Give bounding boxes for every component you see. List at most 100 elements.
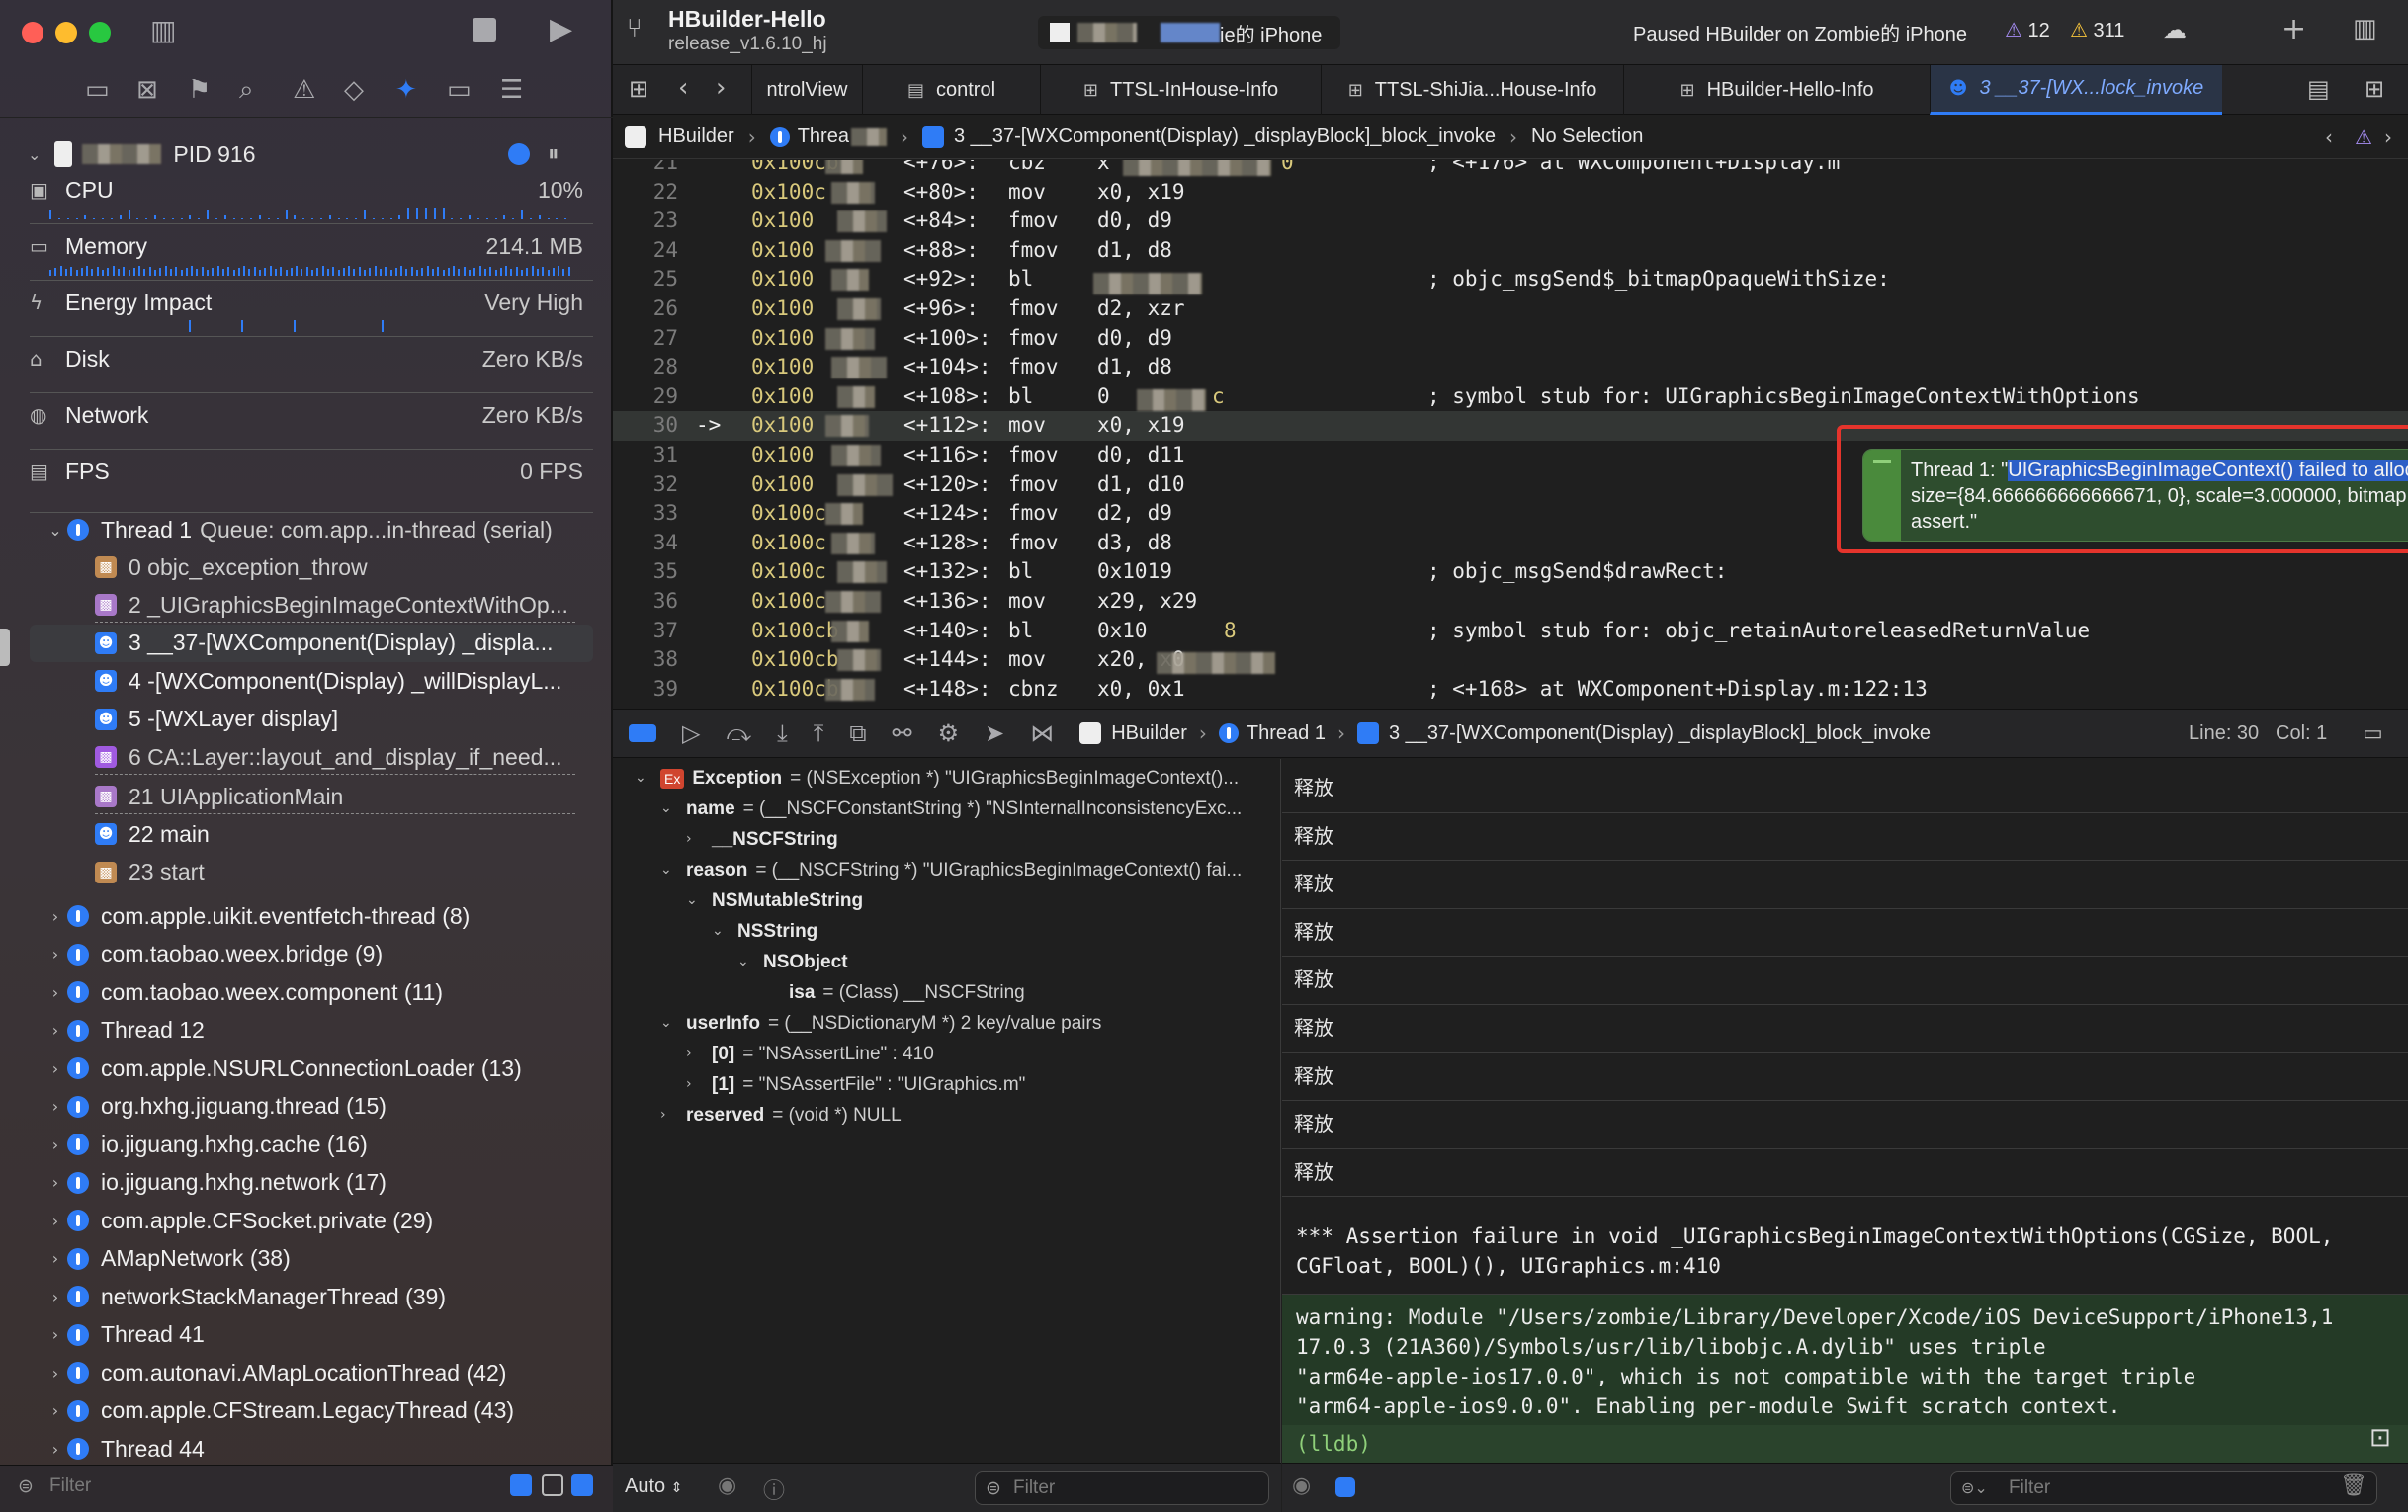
disclosure-closed-icon[interactable]: › xyxy=(660,1100,666,1131)
jump-frame[interactable]: 3 __37-[WXComponent(Display) _displayBlo… xyxy=(954,126,1496,148)
step-over-icon[interactable]: ⤼ xyxy=(726,719,751,747)
variable-row[interactable]: reserved = (void *) NULL xyxy=(686,1100,902,1131)
stack-frame-row[interactable]: ▩ 6 CA::Layer::layout_and_display_if_need… xyxy=(0,738,613,776)
console-filter-field[interactable]: ⊜⌄ Filter xyxy=(1950,1471,2377,1505)
disclosure-closed-icon[interactable]: › xyxy=(43,907,67,926)
breakpoints-toggle-icon[interactable] xyxy=(629,724,656,742)
editor-tab[interactable]: ▤ control xyxy=(862,65,1040,115)
disclosure-open-icon[interactable]: ⌄ xyxy=(635,763,646,794)
gauge-energy-impact[interactable]: ϟ Energy Impact Very High xyxy=(30,285,593,337)
thread-row[interactable]: › networkStackManagerThread (39) xyxy=(0,1278,613,1315)
disclosure-open-icon[interactable]: ⌄ xyxy=(686,885,698,916)
disclosure-open-icon[interactable]: ⌄ xyxy=(737,947,749,977)
bookmark-icon[interactable]: ⚑ xyxy=(188,75,211,105)
show-frames-filter-icon[interactable] xyxy=(571,1474,593,1496)
jump-project[interactable]: HBuilder xyxy=(658,126,734,148)
disassembly-line[interactable]: 22 0x100c <+80>: mov x0, x19 xyxy=(613,178,2408,208)
disclosure-closed-icon[interactable]: › xyxy=(43,1325,67,1344)
test-navigator-icon[interactable]: ◇ xyxy=(344,75,364,105)
disclosure-closed-icon[interactable]: › xyxy=(43,1212,67,1230)
source-control-icon[interactable]: ⊠ xyxy=(136,75,158,105)
hide-debug-area-icon[interactable]: ▭ xyxy=(2363,721,2383,746)
thread-row[interactable]: › com.taobao.weex.component (11) xyxy=(0,973,613,1011)
thread-1-row[interactable]: ⌄ Thread 1 Queue: com.app...in-thread (s… xyxy=(0,511,613,548)
disclosure-closed-icon[interactable]: › xyxy=(43,945,67,964)
variable-row[interactable]: __NSCFString xyxy=(712,824,838,855)
thread-row[interactable]: › com.apple.CFStream.LegacyThread (43) xyxy=(0,1392,613,1430)
step-out-icon[interactable]: ⤒ xyxy=(814,719,824,747)
minimize-window-button[interactable] xyxy=(55,22,77,43)
disassembly-line[interactable]: 27 0x100 <+100>: fmov d0, d9 xyxy=(613,324,2408,354)
disclosure-closed-icon[interactable]: › xyxy=(43,1021,67,1040)
disassembly-line[interactable]: 21 0x100cb <+76>: cbz x; <+176> at WXCompone… xyxy=(613,160,2408,178)
split-editor-icon[interactable]: ▤ xyxy=(2307,75,2330,103)
gauge-cpu[interactable]: ▣ CPU 10% xyxy=(30,172,593,224)
editor-tab[interactable]: ☻ 3 __37-[WX...lock_invoke xyxy=(1930,65,2222,115)
editor-tab[interactable]: ⊞ TTSL-ShiJia...House-Info xyxy=(1321,65,1623,115)
variable-row[interactable]: [0] = "NSAssertLine" : 410 xyxy=(712,1039,934,1069)
disclosure-open-icon[interactable]: ⌄ xyxy=(660,1008,672,1039)
variable-row[interactable]: name = (__NSCFConstantString *) "NSIntern… xyxy=(686,794,1242,824)
stack-frame-row[interactable]: ▩ 21 UIApplicationMain xyxy=(0,778,613,815)
disclosure-closed-icon[interactable]: › xyxy=(686,1039,692,1069)
stack-frame-row[interactable]: ☻ 22 main xyxy=(0,815,613,853)
disclosure-open-icon[interactable]: ⌄ xyxy=(660,794,672,824)
disclosure-closed-icon[interactable]: › xyxy=(686,1069,692,1100)
jump-selection[interactable]: No Selection xyxy=(1531,126,1643,148)
lldb-prompt[interactable]: (lldb) xyxy=(1282,1425,2408,1463)
project-navigator-icon[interactable]: ▭ xyxy=(85,75,110,105)
gauge-memory[interactable]: ▭ Memory 214.1 MB xyxy=(30,228,593,281)
thread-row[interactable]: › com.taobao.weex.bridge (9) xyxy=(0,936,613,973)
eye-icon[interactable]: ◉ xyxy=(1292,1473,1311,1498)
grid-icon[interactable]: ⊞ xyxy=(629,75,648,103)
editor-tab[interactable]: ntrolView xyxy=(751,65,862,115)
run-button[interactable]: ▶ xyxy=(550,12,572,46)
issue-indicator-icon[interactable]: ⚠ xyxy=(2355,126,2372,149)
view-hierarchy-icon[interactable]: ⧉ xyxy=(849,719,866,747)
disclosure-closed-icon[interactable]: › xyxy=(43,1173,67,1192)
info-icon[interactable]: ⓘ xyxy=(763,1473,785,1505)
thread-row[interactable]: › io.jiguang.hxhg.cache (16) xyxy=(0,1126,613,1163)
gauge-fps[interactable]: ▤ FPS 0 FPS xyxy=(30,454,583,489)
variable-row[interactable]: userInfo = (__NSDictionaryM *) 2 key/valu… xyxy=(686,1008,1101,1039)
step-into-icon[interactable]: ⤓ xyxy=(777,719,788,747)
disassembly-line[interactable]: 35 0x100c <+132>: bl 0x1019 ; objc_msgSend$dr… xyxy=(613,557,2408,587)
disclosure-open-icon[interactable]: ⌄ xyxy=(712,916,724,947)
variables-scope-selector[interactable]: Auto ⇕ xyxy=(625,1475,682,1498)
debug-crumb-thread[interactable]: Thread 1 xyxy=(1247,722,1326,745)
thread-row[interactable]: › Thread 12 xyxy=(0,1012,613,1050)
thread-row[interactable]: › org.hxhg.jiguang.thread (15) xyxy=(0,1088,613,1126)
show-crashed-filter-icon[interactable] xyxy=(510,1474,532,1496)
eye-icon[interactable]: ◉ xyxy=(718,1473,736,1498)
show-running-filter-icon[interactable] xyxy=(542,1474,563,1496)
disassembly-line[interactable]: 29 0x100 <+108>: bl 0 ; symbol stub for: UIGr… xyxy=(613,382,2408,412)
sidebar-toggle-icon[interactable]: ▥ xyxy=(150,14,176,46)
disclosure-closed-icon[interactable]: › xyxy=(43,983,67,1002)
instruments-icon[interactable]: ⋈ xyxy=(1030,719,1054,747)
disclosure-closed-icon[interactable]: › xyxy=(686,824,692,855)
disassembly-line[interactable]: 39 0x100cb <+148>: cbnz x0, 0x1; <+168> at W… xyxy=(613,675,2408,705)
disassembly-line[interactable]: 38 0x100cb <+144>: mov x20, x0 xyxy=(613,645,2408,675)
editor-tab[interactable]: ⊞ HBuilder-Hello-Info xyxy=(1623,65,1930,115)
disassembly-line[interactable]: 24 0x100 <+88>: fmov d1, d8 xyxy=(613,236,2408,266)
disclosure-closed-icon[interactable]: › xyxy=(43,1097,67,1116)
warnings-count[interactable]: ⚠ 311 xyxy=(2070,18,2124,42)
variable-row[interactable]: NSMutableString xyxy=(712,885,863,916)
debug-crumb-frame[interactable]: 3 __37-[WXComponent(Display) _displayBlo… xyxy=(1389,722,1931,745)
gauge-disk[interactable]: ⌂ Disk Zero KB/s xyxy=(30,341,593,393)
stack-frame-row[interactable]: ▩ 0 objc_exception_throw xyxy=(0,548,613,586)
thread-row[interactable]: › Thread 41 xyxy=(0,1316,613,1354)
stack-frame-row[interactable]: ☻ 3 __37-[WXComponent(Display) _displa... xyxy=(30,624,593,662)
environment-icon[interactable]: ⚙ xyxy=(938,719,960,747)
add-editor-icon[interactable]: ⊞ xyxy=(2365,75,2384,103)
run-destination-selector[interactable]: ie的 iPhone xyxy=(1038,16,1340,49)
editor-tab[interactable]: ⊞ TTSL-InHouse-Info xyxy=(1040,65,1321,115)
disassembly-line[interactable]: 25 0x100 <+92>: bl ; objc_msgSend$_bitmapOpa… xyxy=(613,265,2408,294)
stack-frame-row[interactable]: ☻ 5 -[WXLayer display] xyxy=(0,701,613,738)
disclosure-closed-icon[interactable]: › xyxy=(43,1401,67,1420)
disclosure-closed-icon[interactable]: › xyxy=(43,1364,67,1383)
thread-filter-field[interactable]: ⊜ Filter xyxy=(8,1470,595,1504)
variable-row[interactable]: NSObject xyxy=(763,947,848,977)
trash-icon[interactable]: 🗑 xyxy=(2340,1473,2367,1498)
disclosure-closed-icon[interactable]: › xyxy=(43,1440,67,1459)
